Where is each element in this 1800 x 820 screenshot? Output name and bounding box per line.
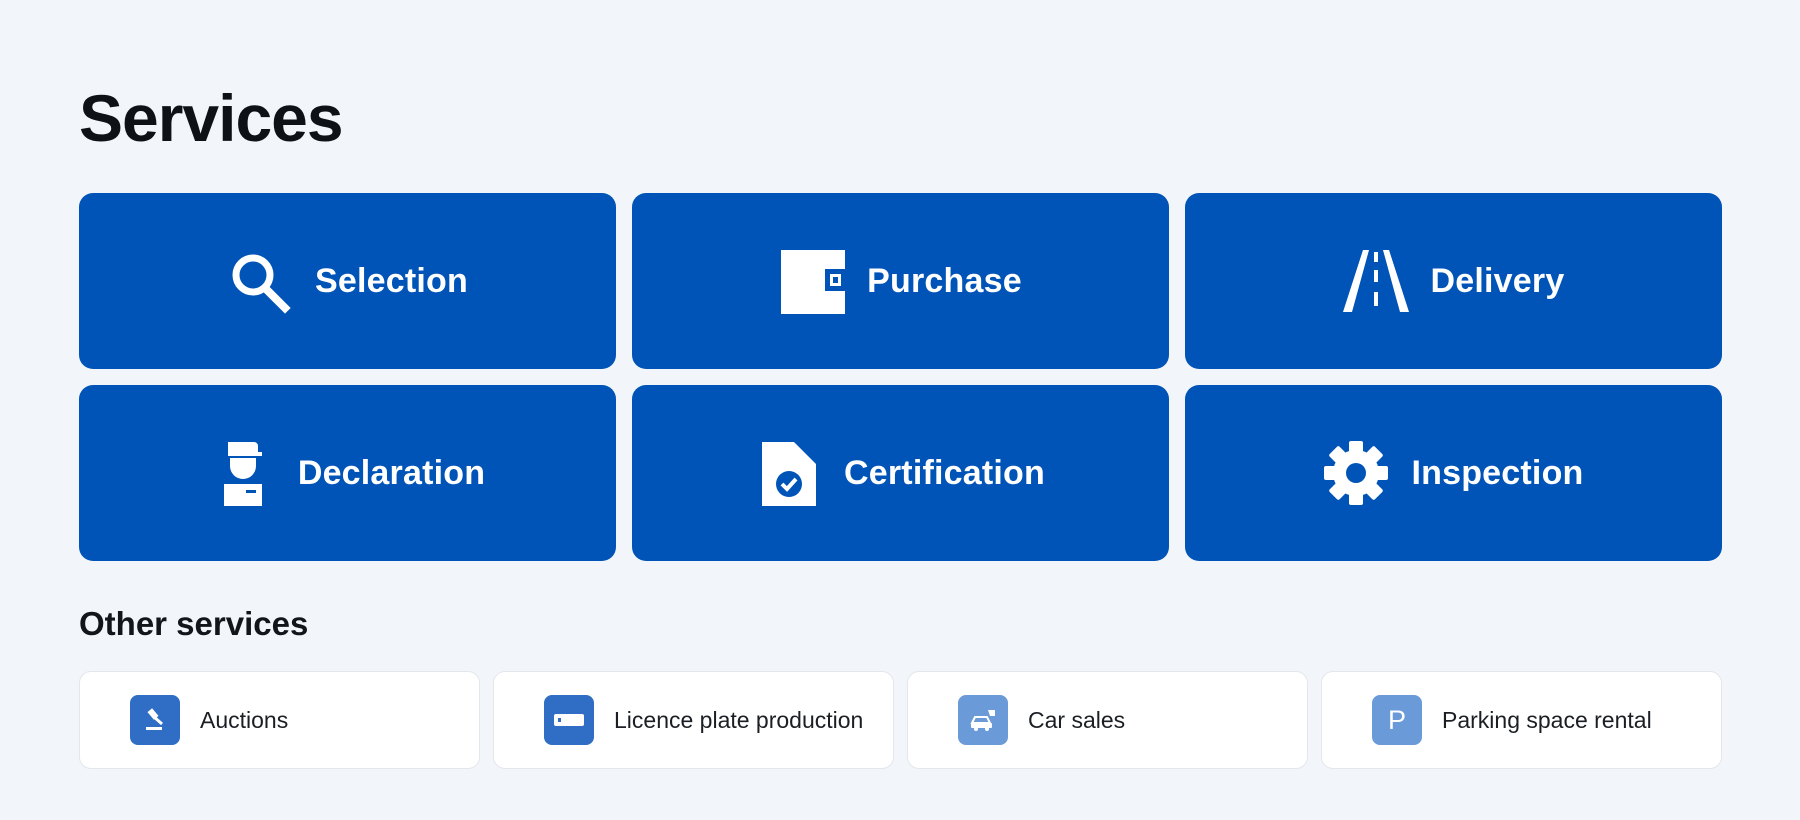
service-label: Declaration bbox=[297, 453, 486, 492]
customs-officer-icon bbox=[210, 440, 276, 506]
section-title-other-services: Other services bbox=[79, 605, 309, 642]
road-icon bbox=[1342, 248, 1409, 314]
services-grid: Selection Purchase Delivery Declaration … bbox=[79, 193, 1722, 561]
parking-icon: P bbox=[1372, 695, 1422, 745]
other-service-parking[interactable]: P Parking space rental bbox=[1321, 671, 1722, 769]
other-service-label: Licence plate production bbox=[614, 706, 864, 733]
gear-icon bbox=[1323, 440, 1389, 506]
service-label: Selection bbox=[315, 261, 468, 300]
other-service-auctions[interactable]: Auctions bbox=[79, 671, 480, 769]
gavel-icon bbox=[130, 695, 180, 745]
page-title: Services bbox=[79, 81, 344, 155]
certificate-icon bbox=[756, 440, 822, 506]
service-tile-declaration[interactable]: Declaration bbox=[79, 385, 616, 561]
service-tile-inspection[interactable]: Inspection bbox=[1185, 385, 1722, 561]
other-service-label: Parking space rental bbox=[1442, 706, 1652, 733]
service-label: Delivery bbox=[1430, 261, 1565, 300]
service-tile-purchase[interactable]: Purchase bbox=[632, 193, 1169, 369]
service-label: Purchase bbox=[867, 261, 1022, 300]
other-service-label: Car sales bbox=[1028, 706, 1126, 733]
other-service-label: Auctions bbox=[200, 706, 289, 733]
parking-glyph: P bbox=[1387, 704, 1406, 735]
service-label: Inspection bbox=[1411, 453, 1584, 492]
other-service-car-sales[interactable]: Car sales bbox=[907, 671, 1308, 769]
search-icon bbox=[227, 248, 293, 314]
service-tile-certification[interactable]: Certification bbox=[632, 385, 1169, 561]
service-tile-delivery[interactable]: Delivery bbox=[1185, 193, 1722, 369]
car-sale-icon bbox=[958, 695, 1008, 745]
other-services-list: Auctions Licence plate production Car sa… bbox=[79, 671, 1722, 769]
other-service-licence-plate[interactable]: Licence plate production bbox=[493, 671, 894, 769]
service-tile-selection[interactable]: Selection bbox=[79, 193, 616, 369]
licence-plate-icon bbox=[544, 695, 594, 745]
wallet-icon bbox=[779, 248, 846, 314]
service-label: Certification bbox=[844, 453, 1045, 492]
